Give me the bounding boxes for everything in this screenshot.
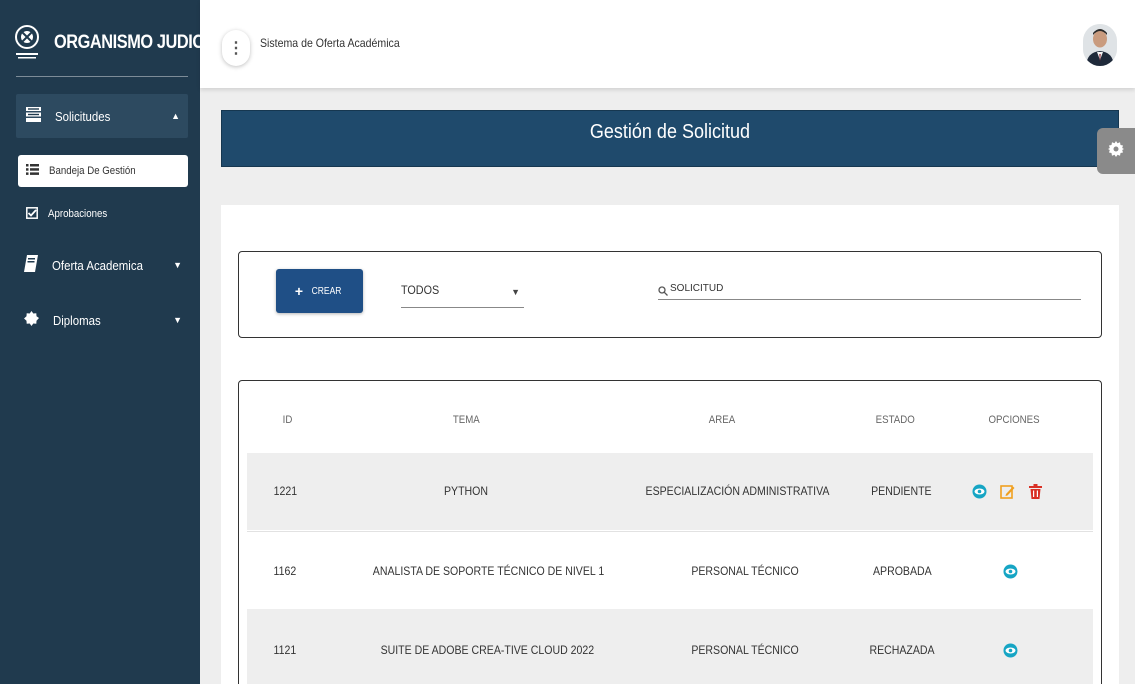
column-header-estado[interactable]: ESTADO [876, 414, 915, 426]
view-eye-icon[interactable] [1002, 642, 1018, 658]
sidebar-item-aprobaciones[interactable]: Aprobaciones [18, 199, 188, 229]
column-header-area[interactable]: AREA [709, 414, 735, 426]
brand[interactable]: ORGANISMO JUDICIAL [8, 8, 229, 78]
cell-estado: RECHAZADA [869, 643, 935, 657]
sidebar-item-label: Aprobaciones [48, 208, 108, 220]
checkbox-icon [26, 206, 38, 222]
sidebar-item-label: Bandeja De Gestión [49, 165, 136, 177]
list-box-icon [26, 107, 41, 125]
avatar[interactable] [1083, 24, 1117, 66]
cell-tema: PYTHON [444, 484, 489, 498]
cell-area: PERSONAL TÉCNICO [691, 643, 799, 657]
list-icon [26, 164, 39, 178]
more-menu-button[interactable]: ⋮ [222, 30, 250, 66]
column-header-opciones[interactable]: OPCIONES [988, 414, 1039, 426]
caret-down-icon: ▼ [511, 287, 520, 297]
cell-estado: PENDIENTE [871, 484, 932, 498]
search-icon [658, 283, 668, 296]
row-actions [971, 483, 1043, 499]
page-title: Gestión de Solicitud [589, 121, 751, 143]
caret-down-icon: ▼ [173, 315, 182, 325]
sidebar-item-label: Diplomas [53, 312, 101, 328]
app-name: Sistema de Oferta Académica [260, 36, 400, 50]
column-header-id[interactable]: ID [283, 414, 293, 426]
gear-icon [1108, 140, 1124, 163]
row-actions [1002, 642, 1018, 658]
sidebar-item-diplomas[interactable]: Diplomas ▼ [18, 303, 190, 337]
sidebar-item-label: Solicitudes [55, 108, 111, 124]
search-input[interactable] [670, 279, 1070, 297]
plus-icon: + [294, 283, 304, 299]
search-field[interactable] [658, 279, 1081, 300]
create-button[interactable]: + CREAR [276, 269, 363, 313]
cell-id: 1162 [273, 564, 297, 578]
sidebar-item-solicitudes[interactable]: Solicitudes ▲ [16, 94, 188, 138]
table-row [247, 609, 1093, 684]
cell-tema: ANALISTA DE SOPORTE TÉCNICO DE NIVEL 1 [372, 564, 605, 578]
cell-estado: APROBADA [873, 564, 932, 578]
edit-icon[interactable] [999, 483, 1015, 499]
row-actions [1002, 563, 1018, 579]
page-header-banner: Gestión de Solicitud [221, 110, 1119, 167]
view-eye-icon[interactable] [1002, 563, 1018, 579]
sidebar-item-bandeja[interactable]: Bandeja De Gestión [18, 155, 188, 187]
gear-badge-icon [24, 311, 39, 329]
sidebar-item-label: Oferta Academica [52, 257, 143, 273]
cell-area: ESPECIALIZACIÓN ADMINISTRATIVA [645, 484, 830, 498]
book-icon [24, 255, 38, 275]
court-seal-logo [12, 21, 42, 65]
cell-id: 1121 [273, 643, 297, 657]
status-filter-select[interactable]: TODOS ▼ [401, 280, 524, 308]
delete-trash-icon[interactable] [1027, 483, 1043, 499]
divider [16, 76, 188, 77]
status-filter-value: TODOS [401, 283, 440, 297]
view-eye-icon[interactable] [971, 483, 987, 499]
top-bar: ⋮ Sistema de Oferta Académica [200, 0, 1135, 88]
caret-up-icon: ▲ [171, 111, 180, 121]
caret-down-icon: ▼ [173, 260, 182, 270]
cell-tema: SUITE DE ADOBE CREA-TIVE CLOUD 2022 [380, 643, 595, 657]
settings-toggle-button[interactable] [1097, 128, 1135, 174]
sidebar: ORGANISMO JUDICIAL Solicitudes ▲ Bandeja… [0, 0, 229, 684]
cell-area: PERSONAL TÉCNICO [691, 564, 799, 578]
create-button-label: CREAR [311, 285, 342, 297]
column-header-tema[interactable]: TEMA [453, 414, 480, 426]
sidebar-item-oferta-academica[interactable]: Oferta Academica ▼ [18, 248, 190, 282]
cell-id: 1221 [273, 484, 298, 498]
